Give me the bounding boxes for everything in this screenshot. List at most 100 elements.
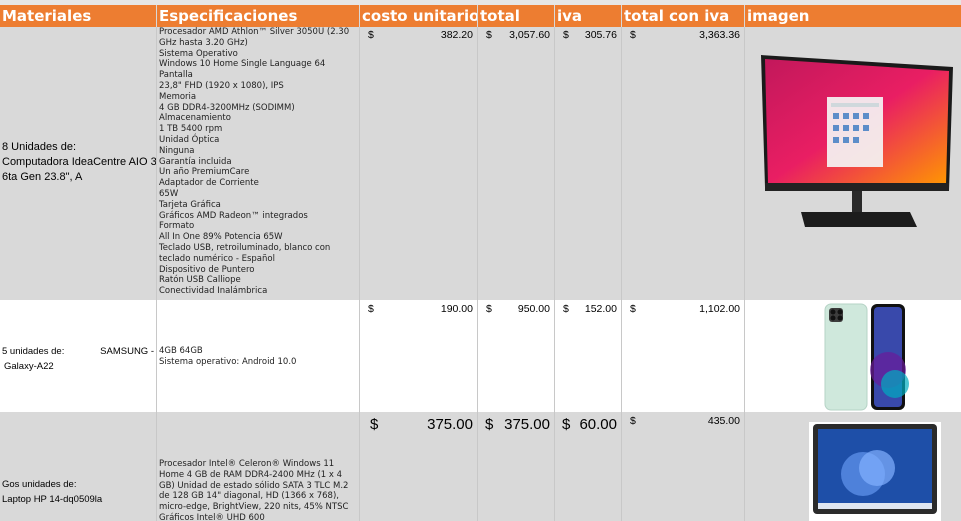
material-quantity: 8 Unidades de: xyxy=(2,141,76,153)
iva-value: 305.76 xyxy=(584,29,617,41)
costo-unitario-cell[interactable]: $ 375.00 xyxy=(360,412,478,521)
spec-line: Ratón USB Calliope xyxy=(159,275,241,286)
currency-symbol: $ xyxy=(486,303,492,315)
spec-line: Tarjeta Gráfica xyxy=(159,199,221,210)
spec-line: Ninguna xyxy=(159,145,195,156)
costo-unitario-value: 382.20 xyxy=(440,29,473,41)
currency-symbol: $ xyxy=(630,415,636,427)
header-costo-unitario[interactable]: costo unitario xyxy=(360,5,478,27)
spec-line: Adaptador de Corriente xyxy=(159,178,259,189)
spec-line: GB) Unidad de estado sólido SATA 3 TLC M… xyxy=(159,480,349,491)
total-cell[interactable]: $ 3,057.60 xyxy=(478,27,555,300)
spreadsheet: Materiales Especificaciones costo unitar… xyxy=(0,0,961,521)
spec-line: Sistema operativo: Android 10.0 xyxy=(159,356,297,367)
all-in-one-computer-image xyxy=(761,55,953,227)
total-con-iva-cell[interactable]: $ 435.00 xyxy=(622,412,745,521)
total-value: 950.00 xyxy=(517,303,550,315)
currency-symbol: $ xyxy=(562,416,571,433)
iva-value: 60.00 xyxy=(579,416,617,433)
spec-line: Formato xyxy=(159,221,195,232)
currency-symbol: $ xyxy=(368,29,374,41)
costo-unitario-cell[interactable]: $ 382.20 xyxy=(360,27,478,300)
header-iva[interactable]: iva xyxy=(555,5,622,27)
currency-symbol: $ xyxy=(563,29,569,41)
iva-cell[interactable]: $ 60.00 xyxy=(555,412,622,521)
spec-line: Un año PremiumCare xyxy=(159,167,250,178)
especificaciones-cell[interactable]: Procesador AMD Athlon™ Silver 3050U (2.3… xyxy=(157,27,360,300)
spec-line: Teclado USB, retroiluminado, blanco con xyxy=(159,242,331,253)
total-con-iva-value: 3,363.36 xyxy=(699,29,740,41)
costo-unitario-cell[interactable]: $ 190.00 xyxy=(360,300,478,412)
imagen-cell[interactable] xyxy=(745,27,961,300)
costo-unitario-value: 190.00 xyxy=(440,303,473,315)
total-cell[interactable]: $ 375.00 xyxy=(478,412,555,521)
iva-value: 152.00 xyxy=(584,303,617,315)
currency-symbol: $ xyxy=(486,29,492,41)
materiales-cell[interactable]: 5 unidades de: SAMSUNG - Galaxy-A22 xyxy=(0,300,157,412)
spec-line: Conectividad Inalámbrica xyxy=(159,286,268,297)
currency-symbol: $ xyxy=(630,303,636,315)
total-con-iva-value: 435.00 xyxy=(707,415,740,427)
spec-line: Gráficos AMD Radeon™ integrados xyxy=(159,210,308,221)
spec-line: GHz hasta 3.20 GHz) xyxy=(159,37,248,48)
materiales-cell[interactable]: 8 Unidades de: Computadora IdeaCentre AI… xyxy=(0,27,157,300)
spec-line: 1 TB 5400 rpm xyxy=(159,124,223,135)
spec-line: 4 GB DDR4-3200MHz (SODIMM) xyxy=(159,102,295,113)
spec-line: 65W xyxy=(159,188,179,199)
table-row: 5 unidades de: SAMSUNG - Galaxy-A22 4GB … xyxy=(0,300,961,412)
total-con-iva-cell[interactable]: $ 1,102.00 xyxy=(622,300,745,412)
header-materiales[interactable]: Materiales xyxy=(0,5,157,27)
header-imagen[interactable]: imagen xyxy=(745,5,961,27)
spec-line: Procesador AMD Athlon™ Silver 3050U (2.3… xyxy=(159,27,350,37)
spec-line: Memoria xyxy=(159,91,197,102)
spec-line: Dispositivo de Puntero xyxy=(159,264,255,275)
header-total[interactable]: total xyxy=(478,5,555,27)
laptop-image xyxy=(809,422,941,521)
iva-cell[interactable]: $ 305.76 xyxy=(555,27,622,300)
total-con-iva-value: 1,102.00 xyxy=(699,303,740,315)
spec-line: Home 4 GB de RAM DDR4-2400 MHz (1 x 4 xyxy=(159,469,343,480)
materiales-cell[interactable]: Gos unidades de: Laptop HP 14-dq0509la xyxy=(0,412,157,521)
spec-line: Gráficos Intel® UHD 600 xyxy=(159,512,265,521)
currency-symbol: $ xyxy=(630,29,636,41)
costo-unitario-value: 375.00 xyxy=(427,416,473,433)
material-brand: SAMSUNG - xyxy=(100,346,154,357)
header-total-con-iva[interactable]: total con iva xyxy=(622,5,745,27)
especificaciones-cell[interactable]: Procesador Intel® Celeron® Windows 11 Ho… xyxy=(157,412,360,521)
table-row: Gos unidades de: Laptop HP 14-dq0509la P… xyxy=(0,412,961,521)
spec-line: de 128 GB 14" diagonal, HD (1366 x 768), xyxy=(159,491,339,502)
spec-line: Windows 10 Home Single Language 64 xyxy=(159,59,326,70)
smartphone-image xyxy=(809,300,921,412)
spec-line: 23,8" FHD (1920 x 1080), IPS xyxy=(159,80,284,91)
table-row: 8 Unidades de: Computadora IdeaCentre AI… xyxy=(0,27,961,300)
spec-line: Almacenamiento xyxy=(159,113,231,124)
spec-line: Unidad Óptica xyxy=(159,134,220,145)
imagen-cell[interactable] xyxy=(745,300,961,412)
spec-line: Sistema Operativo xyxy=(159,48,238,59)
currency-symbol: $ xyxy=(563,303,569,315)
imagen-cell[interactable] xyxy=(745,412,961,521)
material-name: Laptop HP 14-dq0509la xyxy=(2,494,103,505)
currency-symbol: $ xyxy=(368,303,374,315)
material-quantity: Gos unidades de: xyxy=(2,479,77,490)
spec-line: micro-edge, BrightView, 220 nits, 45% NT… xyxy=(159,502,349,513)
total-con-iva-cell[interactable]: $ 3,363.36 xyxy=(622,27,745,300)
spec-line: All In One 89% Potencia 65W xyxy=(159,232,283,243)
total-value: 375.00 xyxy=(504,416,550,433)
spec-line: Pantalla xyxy=(159,70,193,81)
especificaciones-cell[interactable]: 4GB 64GB Sistema operativo: Android 10.0 xyxy=(157,300,360,412)
header-row: Materiales Especificaciones costo unitar… xyxy=(0,5,961,27)
currency-symbol: $ xyxy=(485,416,494,433)
material-name: Galaxy-A22 xyxy=(4,361,54,372)
iva-cell[interactable]: $ 152.00 xyxy=(555,300,622,412)
spec-line: 4GB 64GB xyxy=(159,346,203,356)
material-name: Computadora IdeaCentre AIO 3 xyxy=(2,156,157,168)
material-quantity: 5 unidades de: xyxy=(2,346,65,357)
spec-line: Procesador Intel® Celeron® Windows 11 xyxy=(159,459,335,469)
material-name-cont: 6ta Gen 23.8", A xyxy=(2,171,83,183)
total-cell[interactable]: $ 950.00 xyxy=(478,300,555,412)
spec-line: teclado numérico - Español xyxy=(159,253,275,264)
total-value: 3,057.60 xyxy=(509,29,550,41)
header-especificaciones[interactable]: Especificaciones xyxy=(157,5,360,27)
spec-line: Garantía incluida xyxy=(159,156,232,167)
